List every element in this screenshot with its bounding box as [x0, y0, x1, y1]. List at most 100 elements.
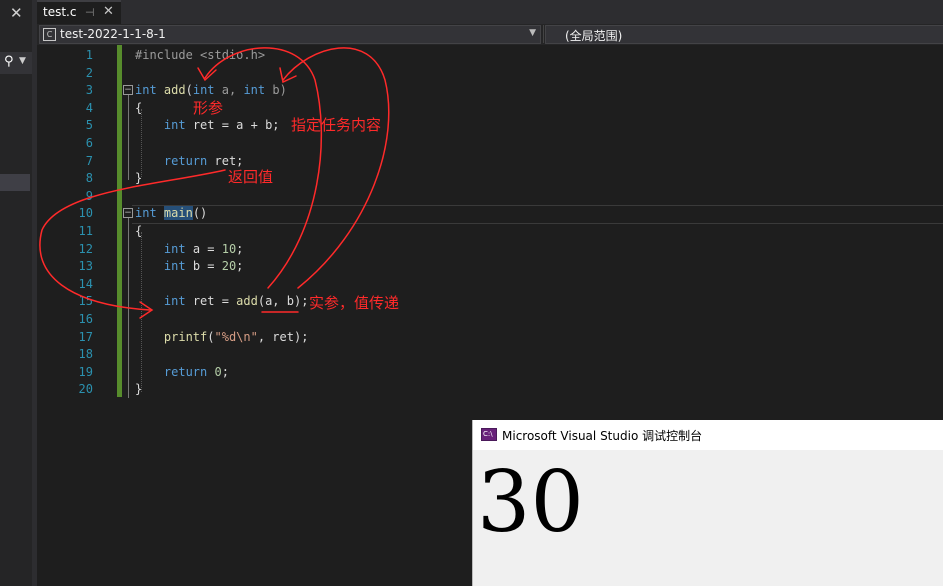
line-number: 11	[78, 224, 93, 238]
scope-label: (全局范围)	[565, 29, 623, 43]
search-dropdown[interactable]: ⚲ ▼	[0, 52, 32, 74]
search-icon: ⚲	[4, 54, 14, 69]
selected-function-name: main	[163, 206, 193, 221]
change-tracking-bar	[117, 45, 122, 397]
code-line-15: int ret = add(a, b);	[135, 293, 309, 311]
brace: }	[135, 382, 143, 397]
line-number: 1	[85, 48, 93, 62]
param: a,	[214, 83, 244, 98]
keyword: int	[163, 118, 186, 133]
preprocessor-directive: #include <stdio.h>	[135, 48, 266, 62]
keyword: int	[192, 83, 215, 98]
line-number: 8	[85, 171, 93, 186]
line-number: 15	[78, 294, 93, 309]
line-number: 14	[78, 276, 93, 291]
tab-label: test.c	[43, 5, 77, 19]
console-app-icon: C:\	[481, 428, 497, 441]
keyword: int	[163, 294, 186, 309]
punctuation: (	[207, 329, 215, 344]
code-line-12: int a = 10;	[135, 241, 244, 259]
number-literal: 10	[221, 241, 237, 256]
punctuation: ()	[192, 206, 208, 221]
function-call: add	[236, 294, 258, 309]
code-line-19: return 0;	[135, 364, 229, 382]
console-titlebar[interactable]: C:\ Microsoft Visual Studio 调试控制台	[473, 420, 943, 450]
statement: ret = a + b;	[185, 118, 280, 133]
punctuation: ;	[236, 259, 244, 274]
number-literal: 0	[207, 364, 222, 379]
line-number: 17	[78, 329, 93, 344]
line-number: 19	[78, 364, 93, 379]
number-literal: 20	[221, 259, 237, 274]
close-icon[interactable]: ✕	[10, 4, 23, 22]
collapse-icon[interactable]: −	[123, 85, 133, 95]
param: b)	[265, 83, 287, 98]
code-line-8: }	[135, 170, 142, 188]
chevron-down-icon: ▼	[19, 56, 26, 66]
arguments: (a, b);	[257, 294, 309, 309]
line-number: 3	[85, 83, 93, 98]
close-icon[interactable]: ✕	[103, 4, 114, 19]
line-number: 9	[85, 188, 93, 203]
outline-line	[128, 218, 129, 398]
code-line-5: int ret = a + b;	[135, 117, 280, 135]
nav-divider	[543, 25, 544, 43]
selected-tree-item[interactable]	[0, 174, 30, 191]
pin-icon[interactable]: ⊣	[85, 6, 95, 19]
code-line-20: }	[135, 381, 142, 399]
project-name: test-2022-1-1-8-1	[60, 27, 166, 41]
function-call: printf	[163, 329, 208, 344]
console-title: Microsoft Visual Studio 调试控制台	[502, 429, 703, 443]
line-number: 6	[85, 136, 93, 150]
tab-bar: test.c ⊣ ✕	[37, 0, 943, 24]
code-line-10: int main()	[135, 205, 207, 223]
code-line-1: #include <stdio.h>	[135, 47, 265, 65]
tab-test-c[interactable]: test.c ⊣ ✕	[37, 0, 121, 24]
solution-explorer-panel: ✕ ⚲ ▼	[0, 0, 32, 586]
brace: {	[135, 100, 143, 115]
annotation-return-value: 返回值	[228, 168, 274, 186]
line-number: 13	[78, 259, 93, 274]
code-line-13: int b = 20;	[135, 258, 244, 276]
code-line-4: {	[135, 100, 142, 118]
keyword: int	[135, 83, 157, 98]
project-dropdown[interactable]: C test-2022-1-1-8-1 ▼	[39, 25, 541, 44]
code-line-11: {	[135, 223, 142, 241]
annotation-actual-params: 实参，值传递	[309, 294, 400, 312]
line-number: 5	[85, 118, 93, 133]
console-output: 30	[477, 453, 584, 551]
debug-console-window[interactable]: C:\ Microsoft Visual Studio 调试控制台 30	[472, 420, 943, 586]
keyword: return	[163, 153, 208, 168]
statement: a =	[185, 241, 222, 256]
keyword: int	[243, 83, 266, 98]
line-number: 16	[78, 312, 93, 326]
brace: }	[135, 171, 143, 186]
line-number: 18	[78, 347, 93, 362]
current-line-highlight	[132, 205, 943, 224]
keyword: int	[163, 241, 186, 256]
punctuation: ;	[221, 364, 229, 379]
annotation-formal-params: 形参	[193, 99, 224, 117]
outline-line	[128, 95, 129, 180]
code-line-17: printf("%d\n", ret);	[135, 329, 309, 347]
project-icon: C	[43, 28, 56, 41]
line-number: 7	[85, 153, 93, 168]
function-name: add	[163, 83, 186, 98]
annotation-task-content: 指定任务内容	[291, 116, 382, 134]
chevron-down-icon: ▼	[529, 28, 536, 38]
string-literal: "%d\n"	[214, 329, 258, 344]
keyword: int	[135, 206, 157, 221]
line-number: 2	[85, 65, 93, 80]
statement: b =	[185, 259, 222, 274]
keyword: return	[163, 364, 208, 379]
line-number: 10	[78, 206, 93, 221]
punctuation: (	[185, 83, 193, 98]
arguments: , ret);	[257, 329, 309, 344]
navigation-bar: C test-2022-1-1-8-1 ▼ (全局范围)	[37, 24, 943, 46]
brace: {	[135, 224, 143, 238]
scope-dropdown[interactable]: (全局范围)	[545, 25, 943, 44]
punctuation: ;	[236, 241, 244, 256]
line-number: 20	[78, 382, 93, 397]
keyword: int	[163, 259, 186, 274]
line-number: 4	[85, 100, 93, 115]
